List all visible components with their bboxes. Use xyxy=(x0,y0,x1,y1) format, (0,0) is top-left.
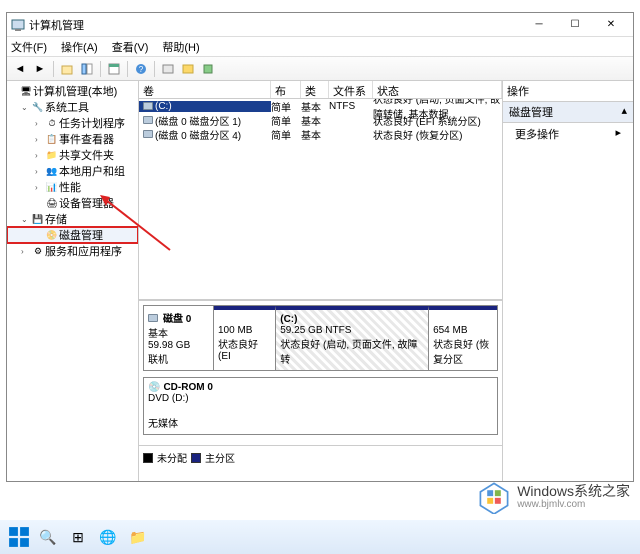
volume-header: 卷 布局 类型 文件系统 状态 xyxy=(139,81,502,99)
up-button[interactable] xyxy=(58,60,76,78)
menubar: 文件(F) 操作(A) 查看(V) 帮助(H) xyxy=(7,37,633,57)
titlebar: 计算机管理 ─ ☐ ✕ xyxy=(7,13,633,37)
menu-action[interactable]: 操作(A) xyxy=(61,39,98,55)
tree-systools[interactable]: ⌄🔧系统工具 xyxy=(7,99,138,115)
mmc-window: 计算机管理 ─ ☐ ✕ 文件(F) 操作(A) 查看(V) 帮助(H) ◄ ► … xyxy=(6,12,634,482)
app-icon xyxy=(11,18,25,32)
legend: 未分配 主分区 xyxy=(139,445,502,469)
maximize-button[interactable]: ☐ xyxy=(557,14,593,36)
minimize-button[interactable]: ─ xyxy=(521,14,557,36)
start-button[interactable] xyxy=(8,526,30,548)
col-volume[interactable]: 卷 xyxy=(139,81,271,98)
collapse-icon: ▴ xyxy=(621,104,627,120)
cdrom-0[interactable]: 💿CD-ROM 0 DVD (D:) 无媒体 xyxy=(143,377,498,435)
forward-button[interactable]: ► xyxy=(31,60,49,78)
back-button[interactable]: ◄ xyxy=(11,60,29,78)
volume-list[interactable]: (C:) 简单 基本 NTFS 状态良好 (启动, 页面文件, 故障转储, 基本… xyxy=(139,99,502,299)
disk-graphical-view: 磁盘 0 基本 59.98 GB 联机 100 MB 状态良好 (EI (C:) xyxy=(139,299,502,445)
legend-swatch-unallocated xyxy=(143,453,153,463)
watermark-brand: Windows系统之家 xyxy=(517,484,630,499)
legend-swatch-primary xyxy=(191,453,201,463)
body: 🖥计算机管理(本地) ⌄🔧系统工具 ›⏱任务计划程序 ›📋事件查看器 ›📁共享文… xyxy=(7,81,633,481)
tree-performance[interactable]: ›📊性能 xyxy=(7,179,138,195)
edge-icon[interactable]: 🌐 xyxy=(96,525,120,549)
tree-tasksched[interactable]: ›⏱任务计划程序 xyxy=(7,115,138,131)
svg-text:?: ? xyxy=(139,65,144,74)
drive-icon xyxy=(143,130,153,138)
tree-services[interactable]: ›⚙服务和应用程序 xyxy=(7,243,138,259)
properties-button[interactable] xyxy=(105,60,123,78)
disk-0[interactable]: 磁盘 0 基本 59.98 GB 联机 100 MB 状态良好 (EI (C:) xyxy=(143,305,498,371)
disk-icon xyxy=(148,314,158,322)
toolbar: ◄ ► ? xyxy=(7,57,633,81)
actions-more[interactable]: 更多操作▸ xyxy=(503,123,633,145)
tree-storage[interactable]: ⌄💾存储 xyxy=(7,211,138,227)
close-button[interactable]: ✕ xyxy=(593,14,629,36)
help-button[interactable]: ? xyxy=(132,60,150,78)
volume-row[interactable]: (C:) 简单 基本 NTFS 状态良好 (启动, 页面文件, 故障转储, 基本… xyxy=(139,99,502,113)
disk-0-info: 磁盘 0 基本 59.98 GB 联机 xyxy=(144,306,214,370)
partition-c[interactable]: (C:) 59.25 GB NTFS 状态良好 (启动, 页面文件, 故障转 xyxy=(276,306,429,370)
partition-efi[interactable]: 100 MB 状态良好 (EI xyxy=(214,306,276,370)
tree-devicemgr[interactable]: 🖨设备管理器 xyxy=(7,195,138,211)
col-status[interactable]: 状态 xyxy=(373,81,502,98)
explorer-icon[interactable]: 📁 xyxy=(126,525,150,549)
search-icon[interactable]: 🔍 xyxy=(36,525,60,549)
watermark: Windows系统之家 www.bjmlv.com xyxy=(477,480,630,514)
tree-localusers[interactable]: ›👥本地用户和组 xyxy=(7,163,138,179)
col-fs[interactable]: 文件系统 xyxy=(329,81,373,98)
actions-title: 操作 xyxy=(503,81,633,102)
partition-recovery[interactable]: 654 MB 状态良好 (恢复分区 xyxy=(429,306,497,370)
col-type[interactable]: 类型 xyxy=(301,81,329,98)
tree-sharedfolders[interactable]: ›📁共享文件夹 xyxy=(7,147,138,163)
tree-root[interactable]: 🖥计算机管理(本地) xyxy=(7,83,138,99)
menu-help[interactable]: 帮助(H) xyxy=(162,39,199,55)
drive-icon xyxy=(143,102,153,110)
actions-pane: 操作 磁盘管理▴ 更多操作▸ xyxy=(503,81,633,481)
cdrom-info: 💿CD-ROM 0 DVD (D:) 无媒体 xyxy=(144,378,497,434)
watermark-logo-icon xyxy=(477,480,511,514)
watermark-url: www.bjmlv.com xyxy=(517,499,630,510)
refresh-button[interactable] xyxy=(159,60,177,78)
col-layout[interactable]: 布局 xyxy=(271,81,301,98)
tree-diskmgmt[interactable]: 📀磁盘管理 xyxy=(7,227,138,243)
volume-row[interactable]: (磁盘 0 磁盘分区 4) 简单 基本 状态良好 (恢复分区) xyxy=(139,127,502,141)
disk-0-partitions: 100 MB 状态良好 (EI (C:) 59.25 GB NTFS 状态良好 … xyxy=(214,306,497,370)
chevron-right-icon: ▸ xyxy=(615,126,621,142)
window-title: 计算机管理 xyxy=(29,17,521,33)
task-view-icon[interactable]: ⊞ xyxy=(66,525,90,549)
tree-eventviewer[interactable]: ›📋事件查看器 xyxy=(7,131,138,147)
center-pane: 卷 布局 类型 文件系统 状态 (C:) 简单 基本 NTFS 状态良好 (启动… xyxy=(139,81,503,481)
menu-file[interactable]: 文件(F) xyxy=(11,39,47,55)
show-hide-tree-button[interactable] xyxy=(78,60,96,78)
extra-button[interactable] xyxy=(199,60,217,78)
volume-row[interactable]: (磁盘 0 磁盘分区 1) 简单 基本 状态良好 (EFI 系统分区) xyxy=(139,113,502,127)
nav-tree[interactable]: 🖥计算机管理(本地) ⌄🔧系统工具 ›⏱任务计划程序 ›📋事件查看器 ›📁共享文… xyxy=(7,81,139,481)
cdrom-icon: 💿 xyxy=(148,382,160,393)
list-button[interactable] xyxy=(179,60,197,78)
menu-view[interactable]: 查看(V) xyxy=(112,39,149,55)
taskbar[interactable]: 🔍 ⊞ 🌐 📁 xyxy=(0,520,640,554)
actions-diskmgmt[interactable]: 磁盘管理▴ xyxy=(503,102,633,123)
drive-icon xyxy=(143,116,153,124)
